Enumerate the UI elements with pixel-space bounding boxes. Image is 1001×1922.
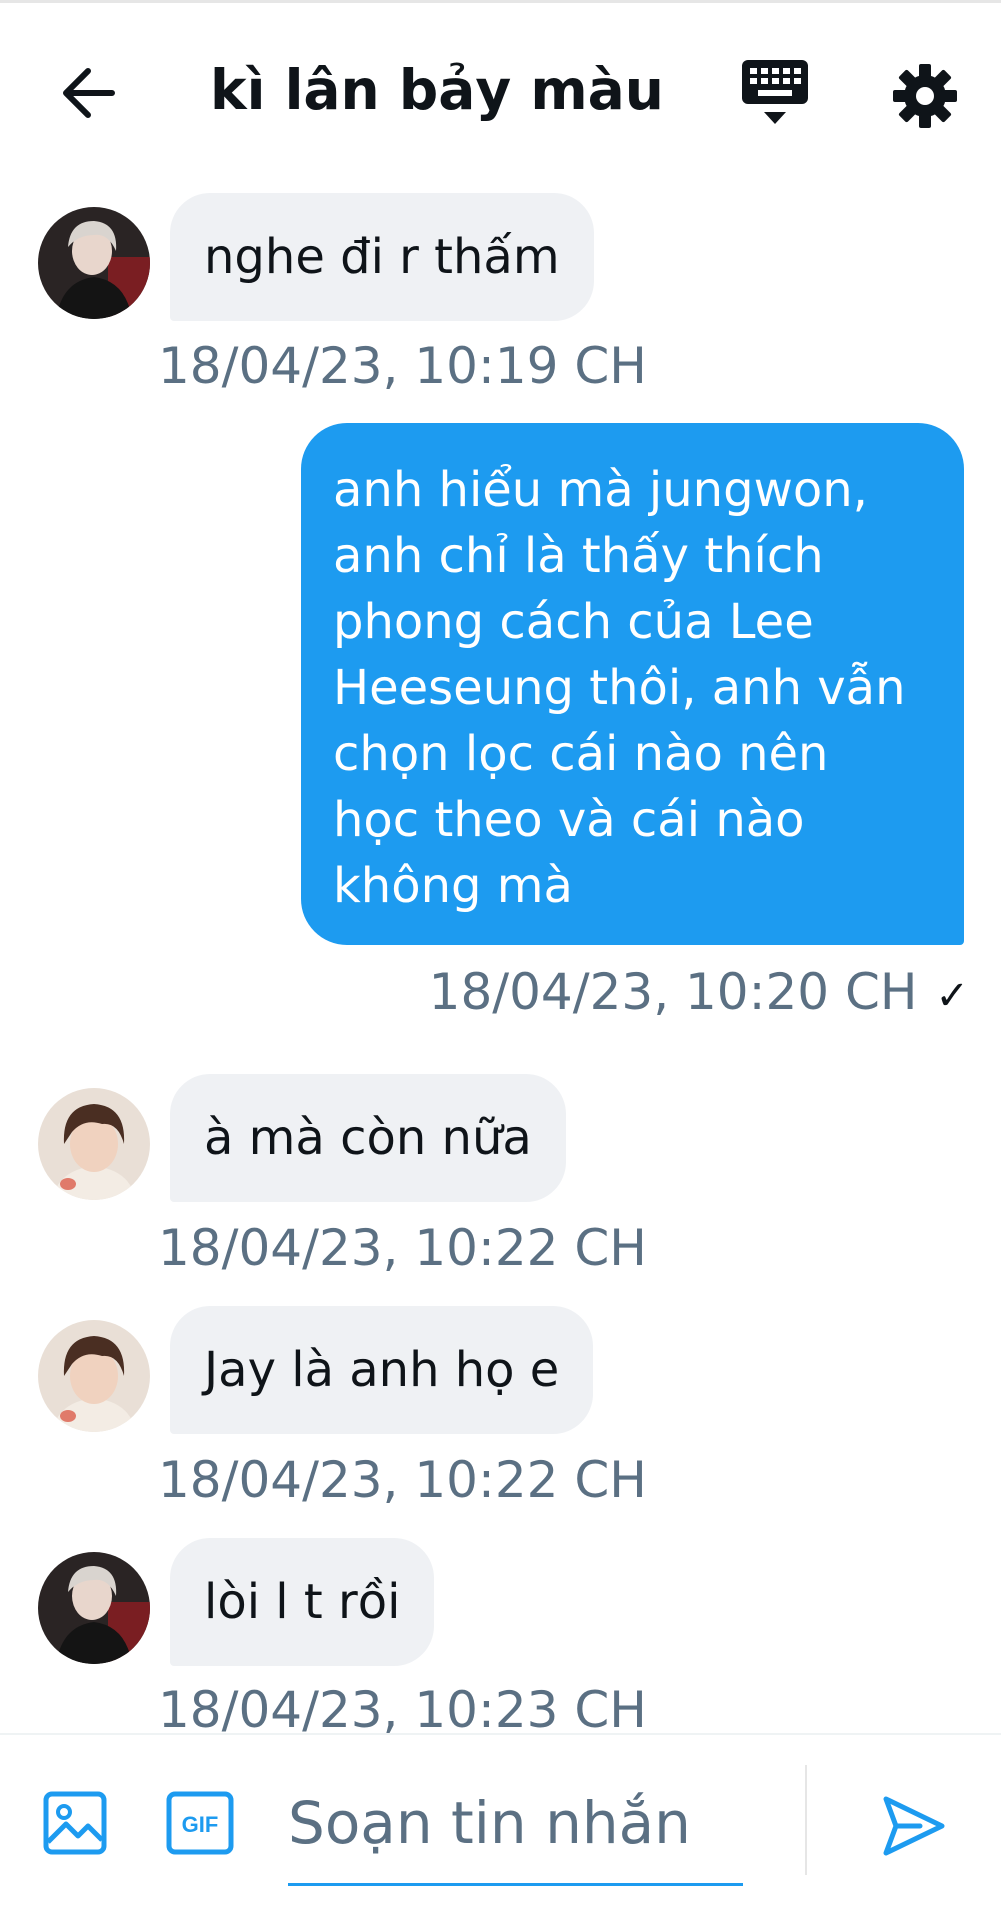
- message-line: Heeseung thôi, anh vẫn: [333, 660, 906, 716]
- keyboard-icon: [742, 60, 808, 124]
- send-icon: [883, 1796, 945, 1856]
- avatar-silver-hair[interactable]: [38, 1552, 150, 1664]
- message-line: anh hiểu mà jungwon,: [333, 462, 868, 518]
- add-image-button[interactable]: [42, 1790, 108, 1856]
- message-line: học theo và cái nào: [333, 792, 805, 848]
- message-timestamp: 18/04/23, 10:22 CH: [158, 1451, 647, 1509]
- message-bubble[interactable]: Jay là anh họ e: [170, 1306, 594, 1434]
- message-timestamp: 18/04/23, 10:23 CH: [158, 1681, 647, 1739]
- message-input-wrapper: [288, 1763, 743, 1886]
- sent-check-icon: ✓: [935, 973, 969, 1019]
- send-button[interactable]: [880, 1793, 946, 1859]
- message-line: phong cách của Lee: [333, 594, 814, 650]
- gif-button[interactable]: GIF: [165, 1790, 235, 1856]
- arrow-left-icon: [63, 68, 115, 118]
- message-bubble[interactable]: lòi l t rồi: [170, 1538, 435, 1666]
- message-line: chọn lọc cái nào nên: [333, 726, 829, 782]
- gif-icon: GIF: [166, 1791, 234, 1855]
- message-line: không mà: [333, 858, 573, 914]
- gear-icon: [893, 64, 957, 128]
- avatar-silver-hair[interactable]: [38, 207, 150, 319]
- outgoing-message-bubble[interactable]: anh hiểu mà jungwon, anh chỉ là thấy thí…: [301, 423, 964, 945]
- conversation-header: kì lân bảy màu: [0, 3, 1001, 173]
- keyboard-button[interactable]: [740, 58, 810, 130]
- avatar-brown-hair[interactable]: [38, 1320, 150, 1432]
- image-icon: [43, 1791, 107, 1855]
- message-bubble[interactable]: à mà còn nữa: [170, 1074, 566, 1202]
- message-timestamp: 18/04/23, 10:22 CH: [158, 1219, 647, 1277]
- message-timestamp: 18/04/23, 10:20 CH: [428, 963, 918, 1021]
- message-bubble[interactable]: nghe đi r thấm: [170, 193, 594, 321]
- back-button[interactable]: [58, 65, 118, 121]
- gif-label: GIF: [182, 1812, 219, 1837]
- message-line: anh chỉ là thấy thích: [333, 528, 824, 584]
- message-timestamp: 18/04/23, 10:19 CH: [158, 337, 647, 395]
- outgoing-timestamp: 18/04/23, 10:20 CH ✓: [429, 962, 969, 1026]
- message-input[interactable]: [288, 1763, 743, 1883]
- settings-button[interactable]: [892, 63, 958, 129]
- conversation-title: kì lân bảy màu: [210, 58, 664, 122]
- message-composer: GIF: [0, 1733, 1001, 1922]
- avatar-brown-hair[interactable]: [38, 1088, 150, 1200]
- composer-divider: [805, 1765, 807, 1875]
